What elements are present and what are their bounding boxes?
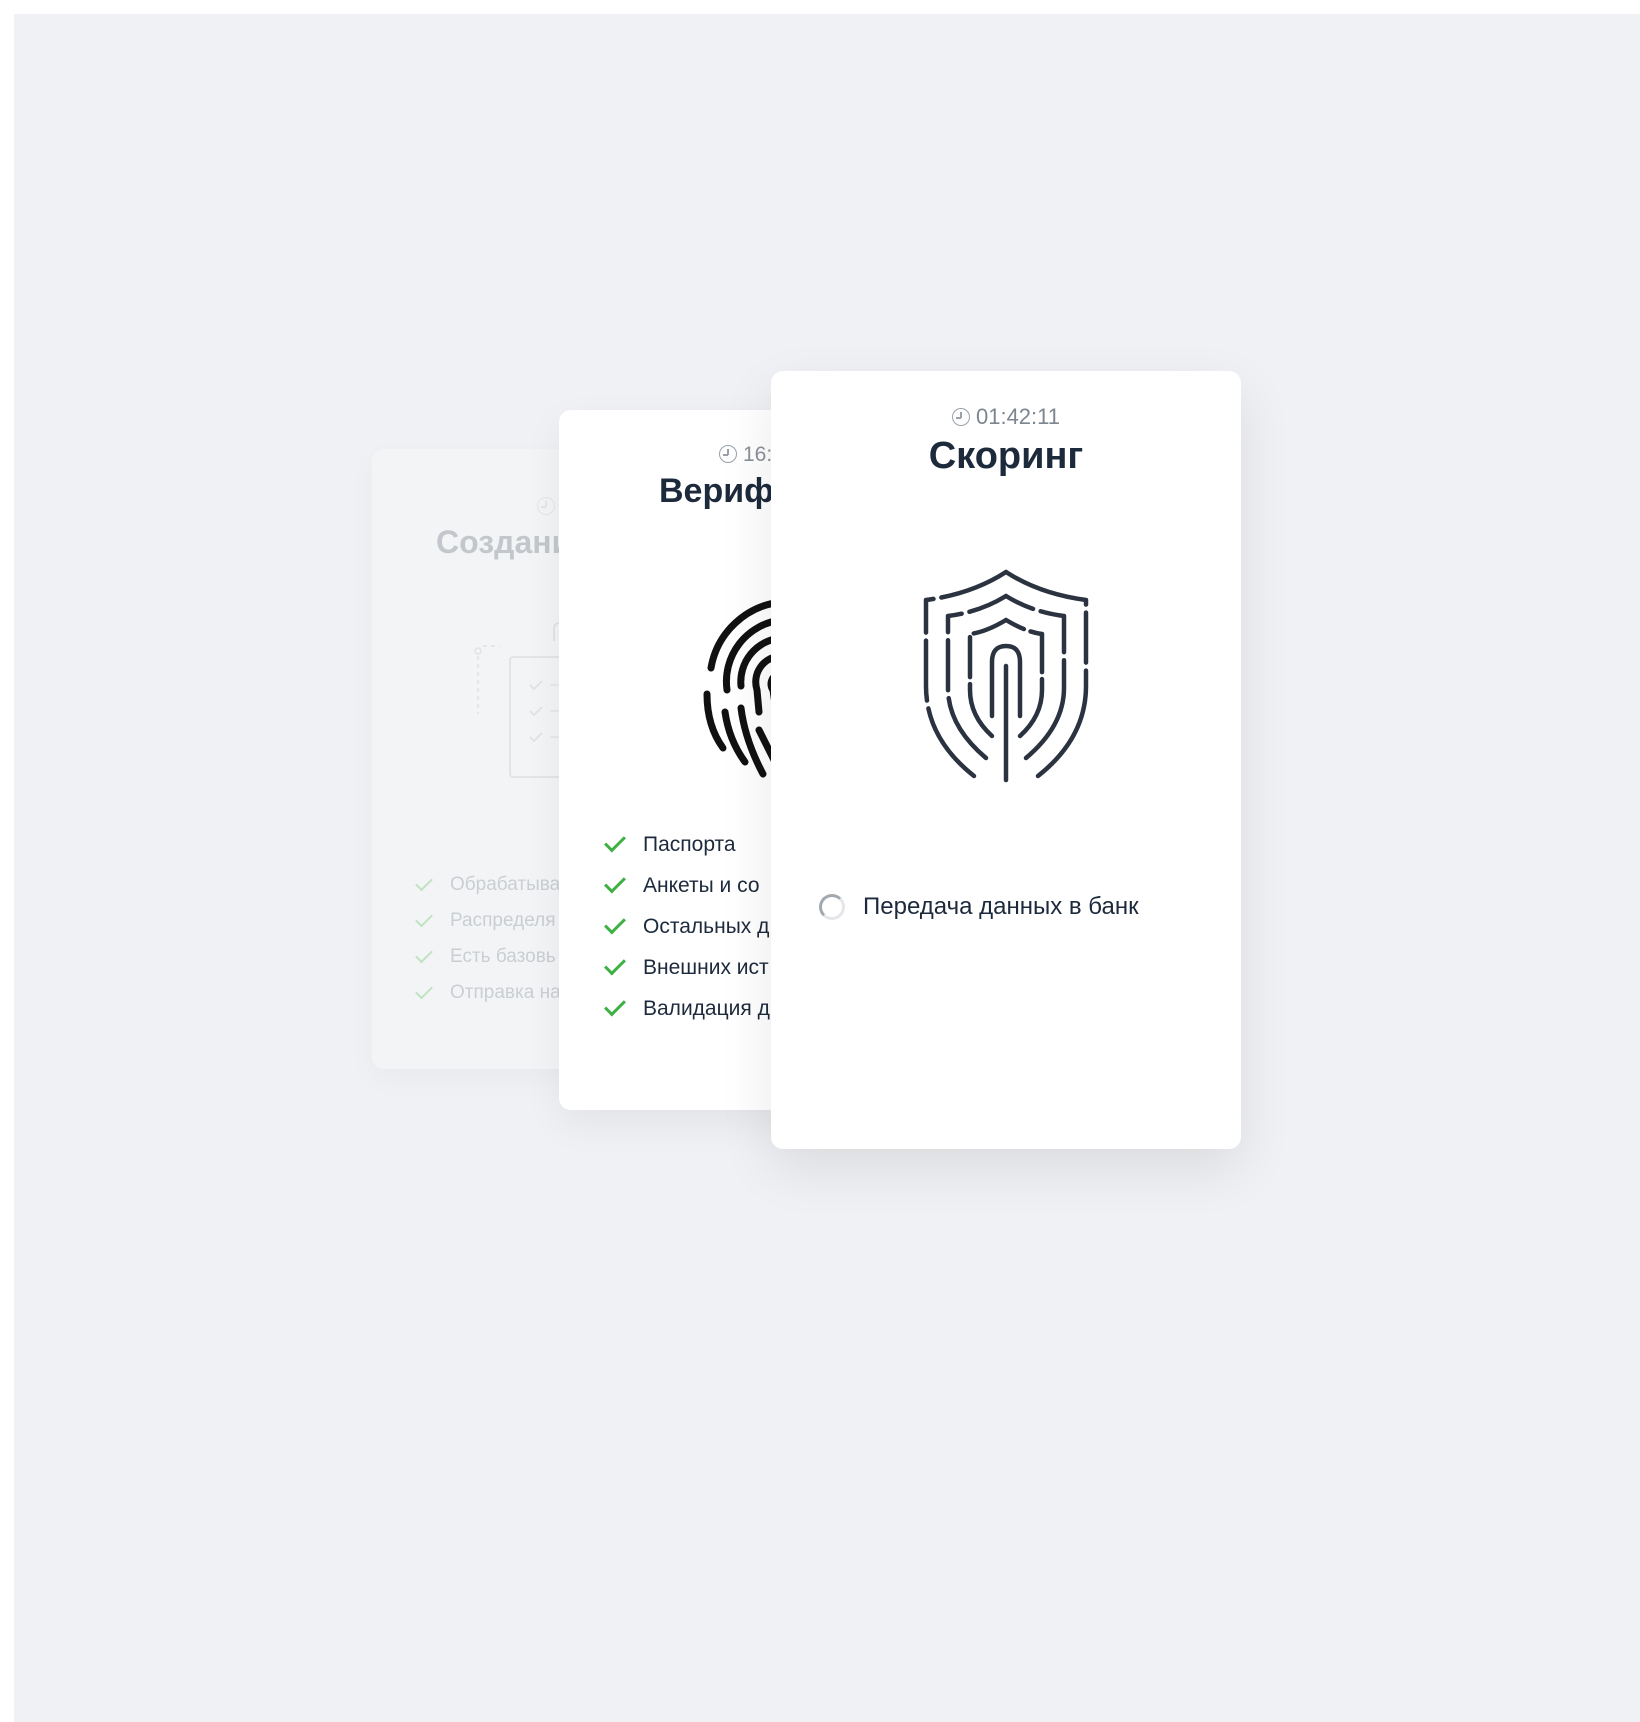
stage-card-scoring[interactable]: 01:42:11 Скоринг Передача данных в банк [771,371,1241,1149]
list-item: Валидация д [604,988,770,1029]
list-item: Внешних ист [604,947,770,988]
clock-icon [951,408,970,426]
status-text: Передача данных в банк [863,893,1139,920]
check-icon [604,871,626,894]
stage-time: 01:42:11 [771,404,1241,430]
list-item: Остальных д [604,906,770,947]
check-icon [415,873,433,891]
list-item: Отправка на [415,975,561,1011]
clock-icon [537,497,555,515]
scoring-status: Передача данных в банк [819,893,1139,921]
check-icon [604,953,626,976]
list-item: Паспорта [604,824,770,865]
shield-maze-icon [923,569,1089,783]
check-icon [604,830,626,853]
stage-title: Скоринг [928,435,1084,477]
list-item: Есть базовь [415,939,561,975]
check-icon [415,981,433,999]
check-icon [604,994,626,1017]
workflow-canvas: 0 Создани Обрабатыва Распределя Есть баз… [14,14,1640,1722]
spinner-icon [819,894,845,920]
stage-checklist: Обрабатыва Распределя Есть базовь Отправ… [415,867,561,1011]
check-icon [415,909,433,927]
check-icon [604,912,626,935]
list-item: Обрабатыва [415,867,561,903]
stage-checklist: Паспорта Анкеты и со Остальных д Внешних… [604,824,770,1029]
clock-icon [719,445,737,463]
list-item: Анкеты и со [604,865,770,906]
check-icon [415,945,433,963]
list-item: Распределя [415,903,561,939]
